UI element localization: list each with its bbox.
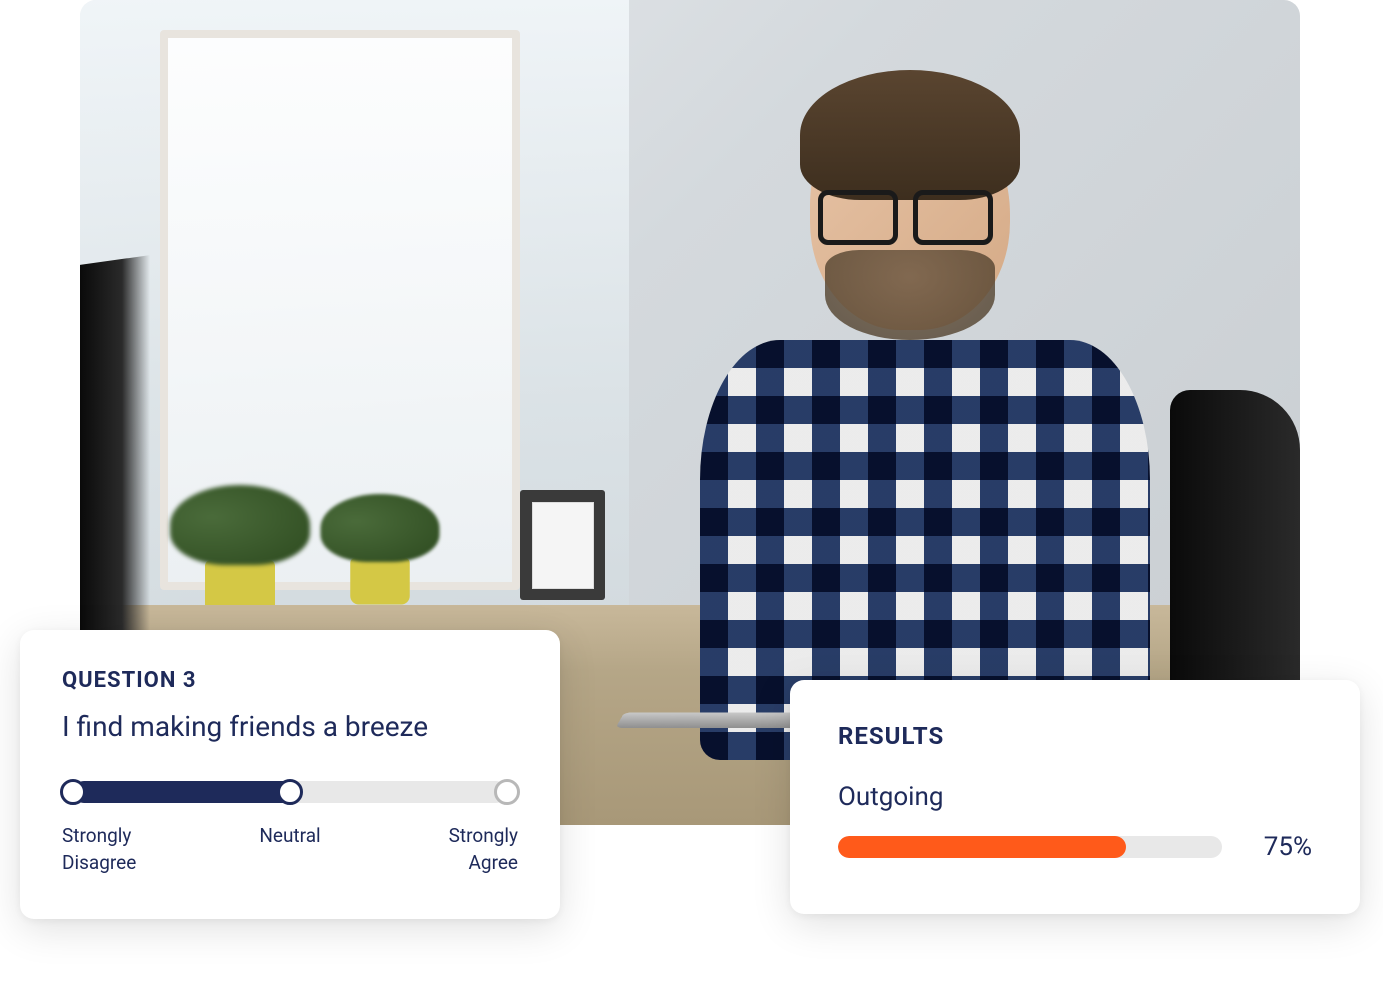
slider-endpoint-max <box>494 779 520 805</box>
likert-slider[interactable] <box>62 781 518 803</box>
slider-labels: StronglyDisagree Neutral StronglyAgree <box>62 823 518 876</box>
slider-label-min: StronglyDisagree <box>62 823 214 876</box>
question-card: QUESTION 3 I find making friends a breez… <box>20 630 560 919</box>
result-percent-value: 75% <box>1248 832 1312 862</box>
result-progress-fill <box>838 836 1126 858</box>
picture-frame <box>520 490 605 600</box>
slider-thumb[interactable] <box>277 779 303 805</box>
plant <box>321 494 440 596</box>
result-row: 75% <box>838 832 1312 862</box>
slider-fill <box>73 781 301 803</box>
results-title: RESULTS <box>838 722 1312 750</box>
question-number: QUESTION 3 <box>62 668 518 693</box>
question-prompt: I find making friends a breeze <box>62 709 518 745</box>
result-progress-bar <box>838 836 1222 858</box>
plant <box>170 485 310 605</box>
slider-label-max: StronglyAgree <box>366 823 518 876</box>
slider-endpoint-min <box>60 779 86 805</box>
result-trait-label: Outgoing <box>838 782 1312 812</box>
slider-label-mid: Neutral <box>214 823 366 876</box>
person <box>650 60 1200 760</box>
results-card: RESULTS Outgoing 75% <box>790 680 1360 914</box>
